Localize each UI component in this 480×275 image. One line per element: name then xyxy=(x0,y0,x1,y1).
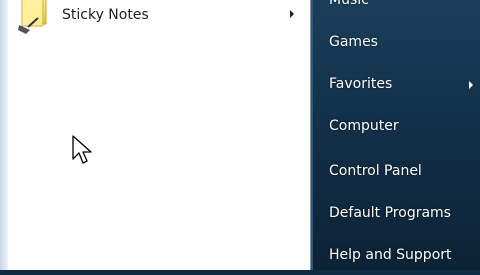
places-pane: Music Games Favorites Computer Control P… xyxy=(311,0,480,270)
menu-item-games[interactable]: Games xyxy=(311,26,480,62)
program-item-sticky-notes[interactable]: Sticky Notes xyxy=(8,0,304,36)
menu-label-music: Music xyxy=(329,0,369,8)
menu-item-default-programs[interactable]: Default Programs xyxy=(311,197,480,233)
mouse-cursor-icon xyxy=(72,135,92,164)
menu-item-control-panel[interactable]: Control Panel xyxy=(311,155,480,191)
menu-label-favorites: Favorites xyxy=(329,76,393,92)
menu-label-games: Games xyxy=(329,34,378,50)
menu-label-control-panel: Control Panel xyxy=(329,163,422,179)
menu-item-computer[interactable]: Computer xyxy=(311,110,480,146)
sticky-notes-icon xyxy=(18,0,47,34)
programs-pane: Sticky Notes xyxy=(0,0,311,270)
menu-label-default-programs: Default Programs xyxy=(329,205,451,221)
pane-edge xyxy=(0,0,8,270)
menu-item-music[interactable]: Music xyxy=(311,0,480,20)
menu-item-favorites[interactable]: Favorites xyxy=(311,68,480,104)
menu-label-computer: Computer xyxy=(329,118,399,134)
menu-label-help-and-support: Help and Support xyxy=(329,247,452,263)
program-label: Sticky Notes xyxy=(62,7,149,23)
submenu-arrow-icon xyxy=(290,10,294,18)
favorites-arrow-icon xyxy=(469,81,473,89)
